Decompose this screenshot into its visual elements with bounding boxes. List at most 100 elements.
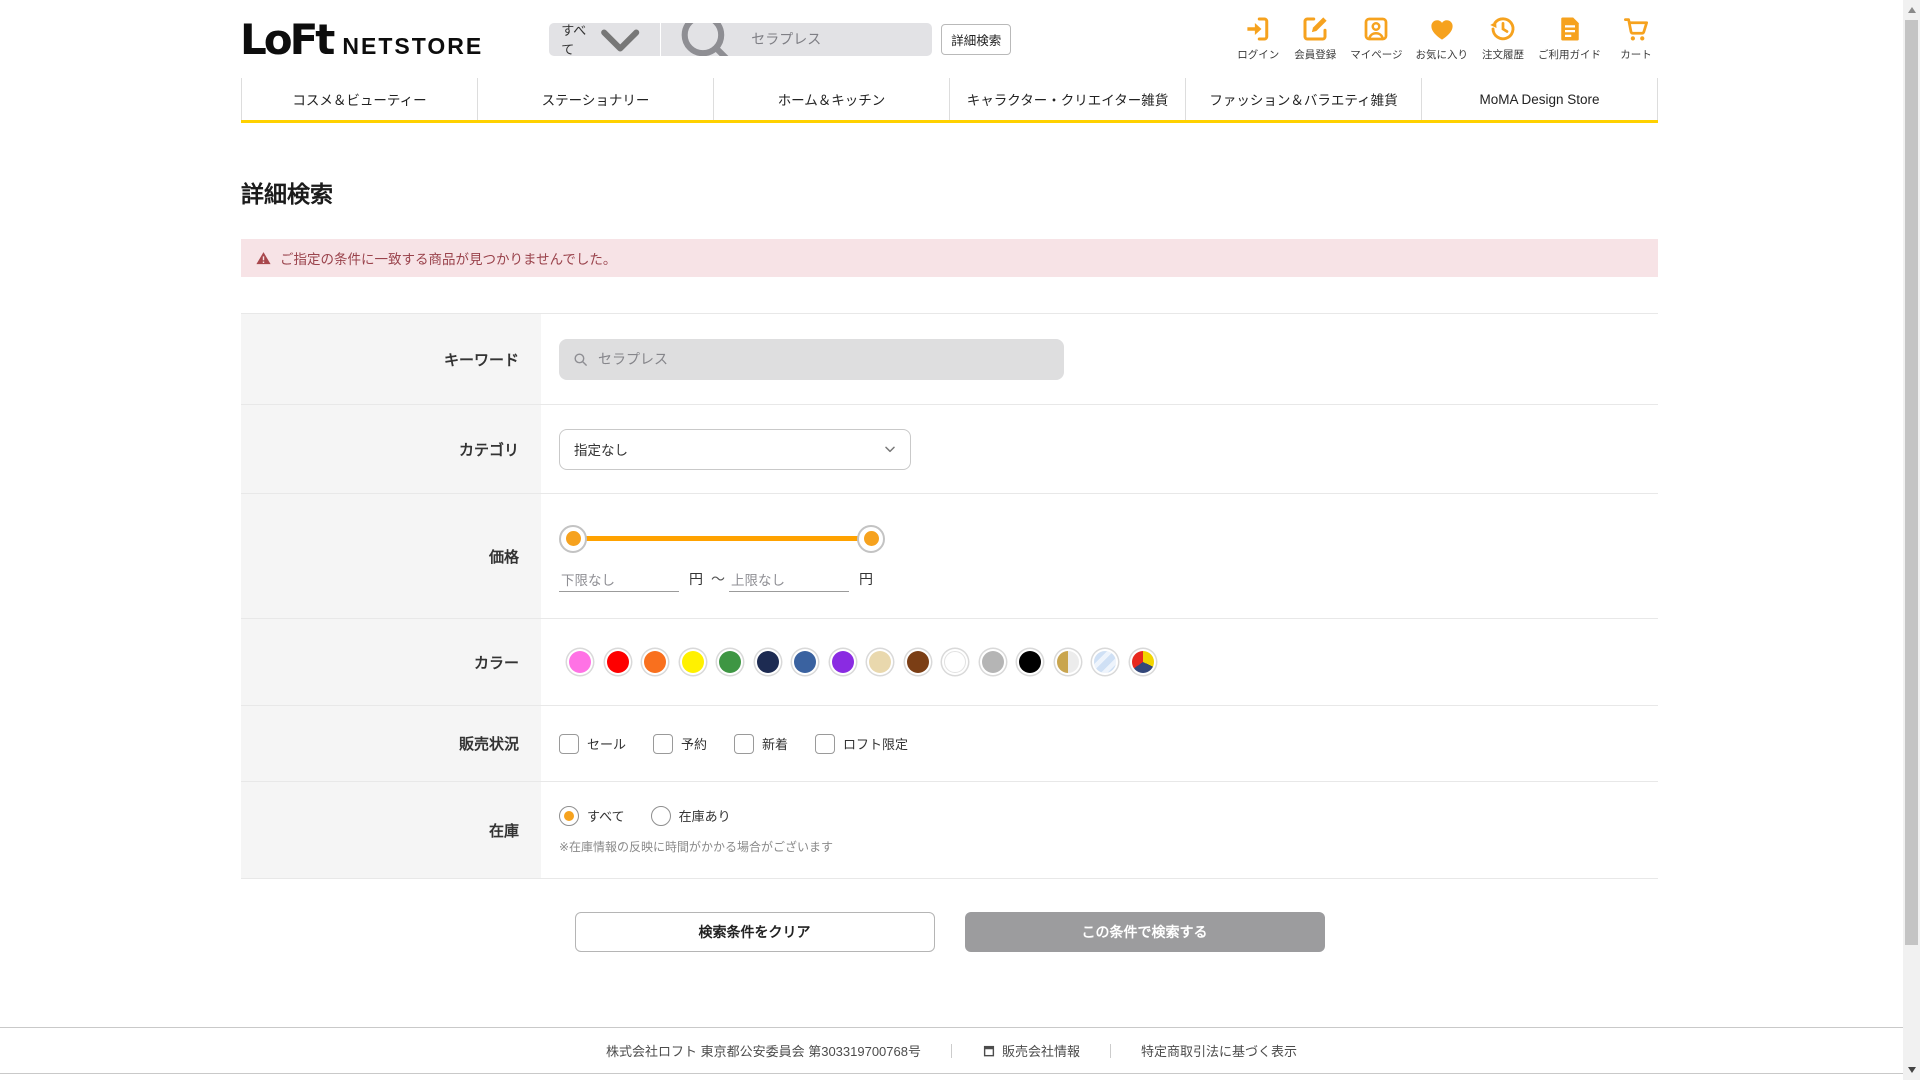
scrollbar-thumb[interactable] [1905,20,1918,945]
register-icon [1303,17,1327,41]
checkbox-icon [653,733,674,754]
logo-netstore-text: NETSTORE [342,32,484,59]
price-row: 価格 円 ～ 円 [241,494,1658,619]
footer: 株式会社ロフト 東京都公安委員会 第303319700768号 販売会社情報 特… [0,1027,1903,1074]
page-title: 詳細検索 [241,181,333,207]
search-category-value: すべて [561,23,587,56]
favorites-link[interactable]: お気に入り [1416,14,1468,62]
color-swatch-blue[interactable] [794,651,816,673]
clear-conditions-button[interactable]: 検索条件をクリア [574,912,935,952]
guide-link[interactable]: ご利用ガイド [1538,14,1601,62]
color-swatch-white[interactable] [944,651,966,673]
keyword-input-wrap [559,338,1064,380]
header-search-input[interactable] [751,31,933,47]
color-swatch-orange[interactable] [644,651,666,673]
scrollbar-up-arrow[interactable] [1907,7,1916,13]
slider-handle-max[interactable] [857,524,885,553]
main-nav: コスメ＆ビューティー ステーショナリー ホーム＆キッチン キャラクター・クリエイ… [241,78,1658,123]
login-link[interactable]: ログイン [1236,14,1280,62]
legal-link[interactable]: 特定商取引法に基づく表示 [1141,1041,1297,1060]
register-label: 会員登録 [1294,49,1337,61]
category-select[interactable]: 指定なし [559,428,911,470]
checkbox-sale[interactable]: セール [559,733,626,754]
category-label: カテゴリ [241,405,541,493]
search-form: キーワード カテゴリ 指定なし 価格 [241,313,1658,879]
color-swatch-purple[interactable] [831,651,854,673]
color-swatch-black[interactable] [1019,651,1041,673]
price-label: 価格 [241,494,541,618]
price-inputs: 円 ～ 円 [559,569,881,592]
order-history-link[interactable]: 注文履歴 [1481,14,1525,62]
form-actions: 検索条件をクリア この条件で検索する [241,912,1658,952]
sales-status-options: セール 予約 新着 ロフト限定 [559,733,909,754]
price-max-input[interactable] [729,569,849,592]
color-swatch-gold-silver[interactable] [1056,651,1079,673]
advanced-search-button[interactable]: 詳細検索 [941,23,1012,55]
main-content: 詳細検索 ご指定の条件に一致する商品が見つかりませんでした。 キーワード カテゴ… [241,175,1658,952]
store-icon [983,1045,995,1056]
search-submit-button[interactable]: この条件で検索する [964,912,1325,952]
color-swatch-brown[interactable] [906,651,929,673]
search-category-select[interactable]: すべて [549,22,662,56]
logo-loft-text: LoFt [240,14,335,64]
seller-info-label: 販売会社情報 [1001,1044,1080,1059]
footer-divider [950,1043,952,1058]
radio-in-stock[interactable]: 在庫あり [650,805,731,826]
color-swatch-pink[interactable] [569,651,591,673]
header: LoFt NETSTORE すべて 詳細検索 ログイン 会員登録 マイページ [0,0,1920,78]
mypage-label: マイページ [1350,49,1403,61]
radio-all[interactable]: すべて [559,805,625,826]
cart-link[interactable]: カート [1614,14,1658,62]
checkbox-new-arrival-label: 新着 [762,737,789,752]
color-swatch-green[interactable] [719,651,741,673]
nav-item-home-kitchen[interactable]: ホーム＆キッチン [713,78,949,120]
color-swatch-navy[interactable] [756,651,779,673]
nav-item-fashion-variety[interactable]: ファッション＆バラエティ雑貨 [1185,78,1421,120]
keyword-row: キーワード [241,314,1658,405]
scrollbar-down-arrow[interactable] [1907,1067,1916,1073]
nav-item-character-goods[interactable]: キャラクター・クリエイター雑貨 [949,78,1185,120]
nav-item-cosmetics[interactable]: コスメ＆ビューティー [241,78,477,120]
seller-info-link[interactable]: 販売会社情報 [982,1041,1080,1060]
radio-in-stock-label: 在庫あり [678,809,731,824]
search-input-area [661,22,933,56]
heart-icon [1431,20,1453,40]
nav-item-stationery[interactable]: ステーショナリー [477,78,713,120]
legal-label: 特定商取引法に基づく表示 [1140,1044,1297,1059]
checkbox-reservation[interactable]: 予約 [653,733,708,754]
color-swatch-gray[interactable] [981,651,1004,673]
mypage-link[interactable]: マイページ [1350,14,1403,62]
checkbox-reservation-label: 予約 [681,737,708,752]
color-swatch-clear[interactable] [1094,651,1116,673]
category-select-value: 指定なし [574,443,628,458]
color-swatch-beige[interactable] [869,651,891,673]
warning-icon [256,251,271,264]
checkbox-new-arrival[interactable]: 新着 [734,733,789,754]
color-swatch-red[interactable] [606,651,629,673]
slider-handle-min[interactable] [559,524,587,553]
loft-logo[interactable]: LoFt NETSTORE [240,15,483,64]
footer-company-text: 株式会社ロフト 東京都公安委員会 第303319700768号 [605,1044,921,1059]
scrollbar[interactable] [1903,0,1920,1080]
price-max-unit: 円 [859,570,873,587]
login-icon [1247,17,1269,41]
category-row: カテゴリ 指定なし [241,405,1658,494]
register-link[interactable]: 会員登録 [1293,14,1337,62]
stock-note: ※在庫情報の反映に時間がかかる場合がございます [559,839,834,854]
price-min-input[interactable] [559,569,679,592]
footer-divider [1109,1043,1111,1058]
history-icon [1490,17,1515,41]
checkbox-loft-limited[interactable]: ロフト限定 [815,733,909,754]
color-label: カラー [241,619,541,705]
keyword-input[interactable] [598,351,1064,367]
checkbox-icon [815,733,836,754]
nav-item-moma[interactable]: MoMA Design Store [1421,78,1658,120]
cart-icon [1624,18,1648,41]
color-swatch-multicolor[interactable] [1131,651,1154,673]
checkbox-icon [559,733,579,754]
checkbox-loft-limited-label: ロフト限定 [843,737,909,752]
sales-status-label: 販売状況 [241,706,541,781]
color-swatch-yellow[interactable] [681,651,704,673]
price-tilde: ～ [711,570,725,587]
error-banner: ご指定の条件に一致する商品が見つかりませんでした。 [241,239,1658,277]
